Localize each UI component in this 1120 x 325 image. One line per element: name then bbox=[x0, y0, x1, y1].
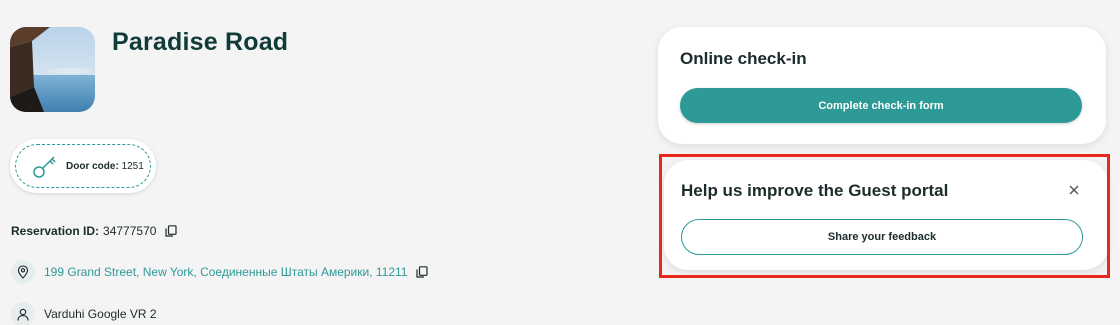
reservation-id: 34777570 bbox=[103, 224, 157, 238]
online-checkin-card: Online check-in Complete check-in form bbox=[658, 27, 1106, 144]
copy-icon[interactable] bbox=[416, 266, 429, 278]
key-icon bbox=[33, 156, 56, 178]
copy-icon[interactable] bbox=[165, 225, 178, 237]
checkin-card-title: Online check-in bbox=[680, 49, 807, 68]
host-name: Varduhi Google VR 2 bbox=[44, 307, 157, 321]
close-icon[interactable] bbox=[1067, 183, 1081, 197]
address-row: 199 Grand Street, New York, Соединенные … bbox=[11, 260, 429, 284]
property-name: Paradise Road bbox=[112, 28, 289, 56]
door-code-label: Door code: bbox=[66, 160, 119, 172]
location-pin-icon bbox=[11, 260, 35, 284]
share-feedback-button[interactable]: Share your feedback bbox=[681, 219, 1083, 255]
reservation-row: Reservation ID: 34777570 bbox=[11, 224, 178, 238]
feedback-card: Help us improve the Guest portal Share y… bbox=[664, 160, 1108, 270]
feedback-card-title: Help us improve the Guest portal bbox=[681, 181, 949, 200]
reservation-label: Reservation ID: bbox=[11, 224, 100, 238]
door-code-chip[interactable]: Door code: 1251 bbox=[10, 139, 156, 193]
property-photo bbox=[10, 27, 95, 112]
person-icon bbox=[11, 302, 35, 325]
host-row: Varduhi Google VR 2 bbox=[11, 302, 157, 325]
address-link[interactable]: 199 Grand Street, New York, Соединенные … bbox=[44, 265, 407, 279]
door-code-value: 1251 bbox=[121, 160, 144, 172]
door-code-text: Door code: 1251 bbox=[66, 161, 144, 172]
complete-checkin-button[interactable]: Complete check-in form bbox=[680, 88, 1082, 123]
